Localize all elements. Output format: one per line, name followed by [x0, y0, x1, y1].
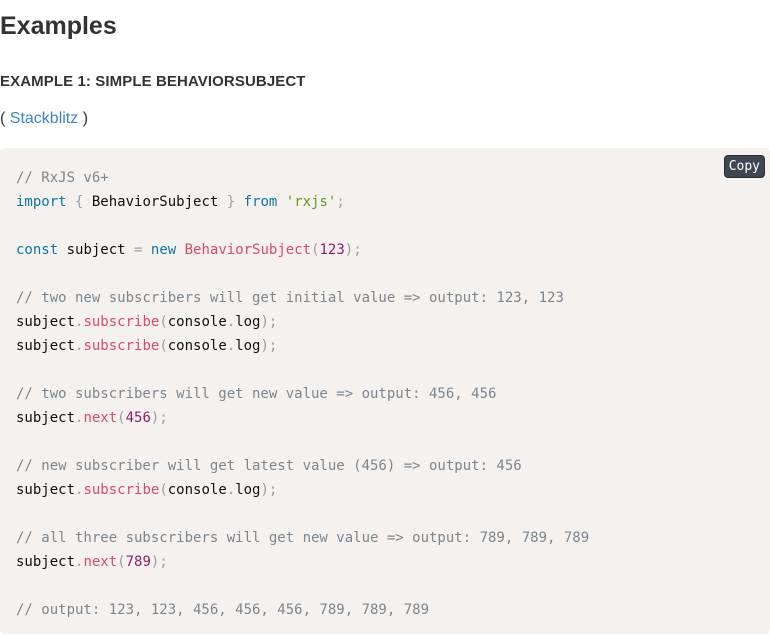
code-line: // all three subscribers will get new va… — [16, 526, 589, 550]
code-line: // RxJS v6+ — [16, 166, 589, 190]
code-line: import { BehaviorSubject } from 'rxjs'; — [16, 190, 589, 214]
code-token: ); — [260, 314, 278, 330]
code-line: // two new subscribers will get initial … — [16, 286, 589, 310]
code-line: subject.next(789); — [16, 550, 589, 574]
code-line: subject.next(456); — [16, 406, 589, 430]
code-token: import — [16, 194, 67, 210]
code-token: ); — [150, 410, 168, 426]
code-line: subject.subscribe(console.log); — [16, 478, 589, 502]
code-token: next — [83, 554, 118, 570]
code-token: . — [226, 314, 236, 330]
code-token: subject — [58, 242, 135, 258]
code-token: next — [83, 410, 118, 426]
stackblitz-link[interactable]: Stackblitz — [10, 110, 78, 127]
code-token: ( — [311, 242, 320, 258]
code-token: ( — [117, 554, 126, 570]
code-token: ); — [260, 338, 278, 354]
copy-button[interactable]: Copy — [723, 155, 765, 178]
code-line: // output: 123, 123, 456, 456, 456, 789,… — [16, 598, 589, 622]
code-line: const subject = new BehaviorSubject(123)… — [16, 238, 589, 262]
code-line: // two subscribers will get new value =>… — [16, 382, 589, 406]
code-token: subject — [16, 338, 76, 354]
code-line: subject.subscribe(console.log); — [16, 334, 589, 358]
code-token: ( — [159, 314, 168, 330]
code-token: log — [235, 482, 261, 498]
code-line: subject.subscribe(console.log); — [16, 310, 589, 334]
code-token: // output: 123, 123, 456, 456, 456, 789,… — [16, 602, 430, 618]
code-token: . — [226, 338, 236, 354]
code-token: console — [167, 314, 227, 330]
page-title: Examples — [0, 12, 117, 40]
code-token: subject — [16, 314, 76, 330]
code-token: new — [150, 242, 177, 258]
code-token: } — [218, 194, 244, 210]
code-token: // new subscriber will get latest value … — [16, 458, 522, 474]
code-token: 456 — [125, 410, 151, 426]
code-token: ( — [117, 410, 126, 426]
code-token: 'rxjs' — [285, 194, 337, 210]
code-token: { — [66, 194, 92, 210]
code-token: log — [235, 314, 261, 330]
code-token: from — [243, 194, 278, 210]
code-token: BehaviorSubject — [184, 242, 312, 258]
code-token: log — [235, 338, 261, 354]
code-token: subscribe — [83, 338, 160, 354]
code-token: ); — [260, 482, 278, 498]
code-line: // new subscriber will get latest value … — [16, 454, 589, 478]
code-token: 123 — [319, 242, 345, 258]
code-token: ; — [336, 194, 345, 210]
code-token: 789 — [125, 554, 151, 570]
close-paren: ) — [78, 110, 89, 127]
code-token: subject — [16, 554, 76, 570]
code-token: // RxJS v6+ — [16, 170, 109, 186]
code-token: // all three subscribers will get new va… — [16, 530, 590, 546]
source-link-line: ( Stackblitz ) — [0, 110, 88, 128]
code-token: BehaviorSubject — [91, 194, 219, 210]
code-token: ); — [150, 554, 168, 570]
code-token: // two subscribers will get new value =>… — [16, 386, 497, 402]
code-token: ); — [344, 242, 362, 258]
code-token: subscribe — [83, 482, 160, 498]
code-token: ( — [159, 482, 168, 498]
code-token: const — [16, 242, 59, 258]
code-token: subscribe — [83, 314, 160, 330]
code-block: Copy // RxJS v6+ import { BehaviorSubject… — [0, 148, 770, 634]
example-heading: EXAMPLE 1: SIMPLE BEHAVIORSUBJECT — [0, 73, 306, 90]
code-token: // two new subscribers will get initial … — [16, 290, 564, 306]
open-paren: ( — [0, 110, 10, 127]
code-token: console — [167, 482, 227, 498]
code-token: . — [226, 482, 236, 498]
code-token: subject — [16, 410, 76, 426]
code-token: console — [167, 338, 227, 354]
code-token: ( — [159, 338, 168, 354]
code-content: // RxJS v6+ import { BehaviorSubject } fr… — [16, 166, 589, 622]
code-token: subject — [16, 482, 76, 498]
